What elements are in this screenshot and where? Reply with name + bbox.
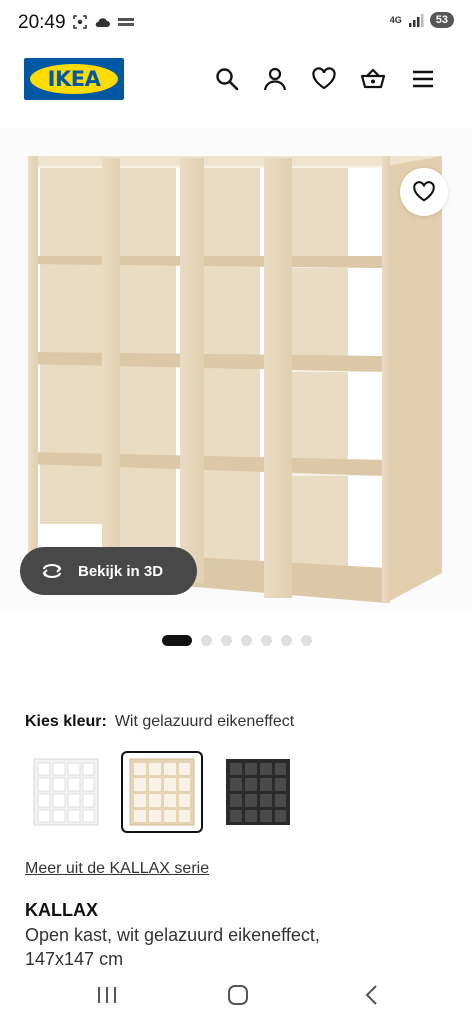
product-description: Open kast, wit gelazuurd eikeneffect, — [25, 925, 320, 945]
status-right-icons: 4G 53 — [390, 12, 454, 28]
cloud-icon — [95, 18, 110, 27]
color-swatches — [25, 751, 299, 833]
color-selector-header: Kies kleur: Wit gelazuurd eikeneffect — [25, 713, 294, 731]
view-in-3d-button[interactable]: Bekijk in 3D — [20, 547, 197, 595]
logo-oval: IKEA — [30, 64, 118, 94]
small-badge-icon — [118, 18, 134, 26]
carousel-dot[interactable] — [201, 635, 212, 646]
view-in-3d-label: Bekijk in 3D — [78, 562, 164, 580]
carousel-dot[interactable] — [281, 635, 292, 646]
selected-color: Wit gelazuurd eikeneffect — [114, 713, 295, 730]
carousel-dot[interactable] — [162, 635, 192, 646]
carousel-dot[interactable] — [261, 635, 272, 646]
swatch-black[interactable] — [217, 751, 299, 833]
system-nav-bar — [0, 966, 472, 1024]
product-size: 147x147 cm — [25, 949, 124, 965]
image-carousel-indicator — [162, 635, 312, 646]
status-time: 20:49 — [18, 12, 66, 33]
ikea-logo[interactable]: IKEA — [24, 58, 124, 100]
product-image[interactable]: Bekijk in 3D — [0, 128, 472, 613]
network-type: 4G — [389, 14, 402, 25]
status-bar: 20:49 4G 53 — [0, 0, 472, 48]
home-icon[interactable] — [224, 982, 252, 1008]
heart-icon[interactable] — [311, 66, 337, 92]
battery-level: 53 — [429, 12, 454, 28]
status-notification-icons — [72, 14, 135, 30]
product-name: KALLAX — [25, 900, 98, 920]
swatch-white[interactable] — [25, 751, 107, 833]
series-link[interactable]: Meer uit de KALLAX serie — [25, 860, 209, 878]
app-header: IKEA — [0, 48, 472, 118]
screenshot-icon — [73, 15, 87, 29]
carousel-dot[interactable] — [221, 635, 232, 646]
signal-icon — [408, 14, 424, 27]
add-to-favourites-button[interactable] — [400, 168, 448, 216]
menu-icon[interactable] — [410, 66, 436, 92]
color-label: Kies kleur: — [25, 713, 107, 730]
carousel-dot[interactable] — [301, 635, 312, 646]
recent-apps-icon[interactable] — [93, 982, 121, 1008]
carousel-dot[interactable] — [241, 635, 252, 646]
back-icon[interactable] — [358, 982, 386, 1008]
swatch-oak[interactable] — [121, 751, 203, 833]
basket-icon[interactable] — [360, 66, 386, 92]
rotate-3d-icon — [42, 564, 62, 578]
logo-text: IKEA — [47, 67, 101, 91]
heart-icon — [413, 181, 435, 202]
black-shelf-thumbnail — [226, 759, 290, 825]
oak-shelf-thumbnail — [129, 758, 195, 826]
search-icon[interactable] — [214, 66, 240, 92]
user-icon[interactable] — [262, 66, 288, 92]
white-shelf-thumbnail — [33, 758, 99, 826]
